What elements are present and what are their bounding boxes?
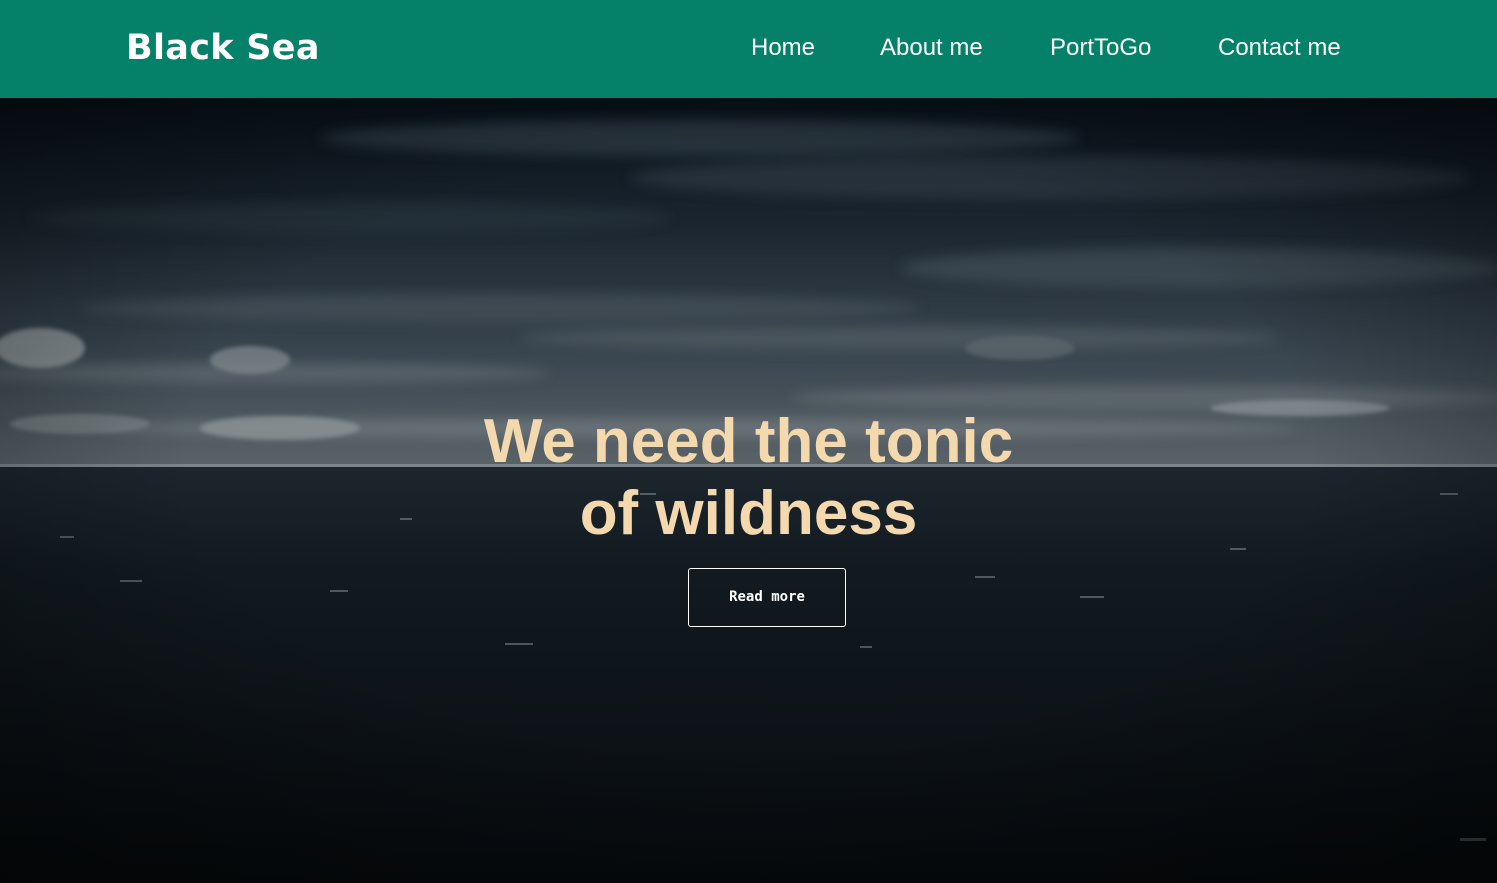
nav-about-me[interactable]: About me (880, 33, 983, 63)
read-more-button[interactable]: Read more (688, 568, 846, 627)
nav-home[interactable]: Home (751, 33, 815, 63)
site-logo[interactable]: Black Sea (126, 26, 320, 70)
hero-section: We need the tonic of wildness Read more (0, 98, 1497, 883)
nav-contact-me[interactable]: Contact me (1218, 33, 1341, 63)
site-header: Black Sea Home About me PortToGo Contact… (0, 0, 1497, 98)
hero-headline-line-1: We need the tonic (483, 407, 1014, 476)
hero-headline: We need the tonic of wildness (0, 406, 1497, 550)
nav-porttogo[interactable]: PortToGo (1050, 33, 1151, 63)
hero-headline-line-2: of wildness (579, 479, 918, 548)
